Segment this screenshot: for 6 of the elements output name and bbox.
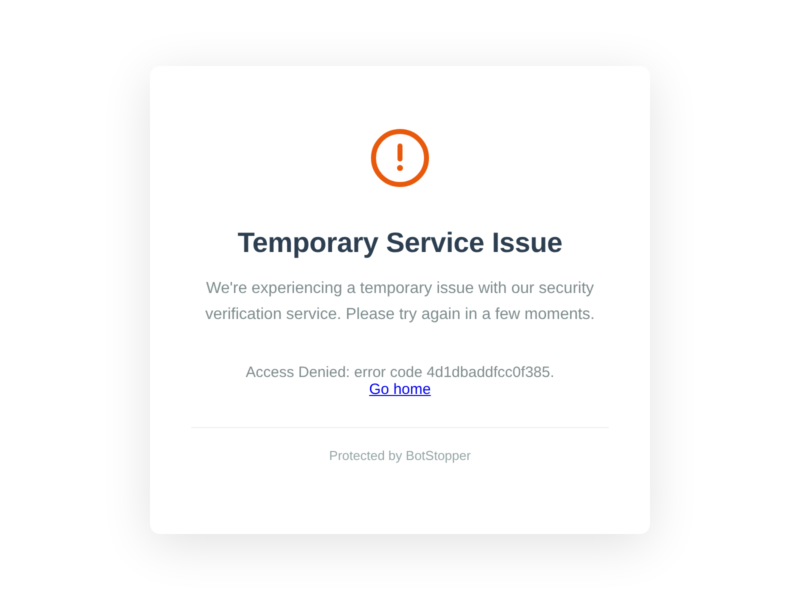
- error-code: Access Denied: error code 4d1dbaddfcc0f385.: [246, 364, 554, 381]
- alert-icon: [370, 128, 430, 188]
- page-title: Temporary Service Issue: [238, 226, 562, 260]
- footer-text: Protected by BotStopper: [329, 448, 471, 463]
- home-link[interactable]: Go home: [369, 381, 431, 398]
- error-message: We're experiencing a temporary issue with our security verification service. Please try again in a few moments.: [204, 279, 596, 325]
